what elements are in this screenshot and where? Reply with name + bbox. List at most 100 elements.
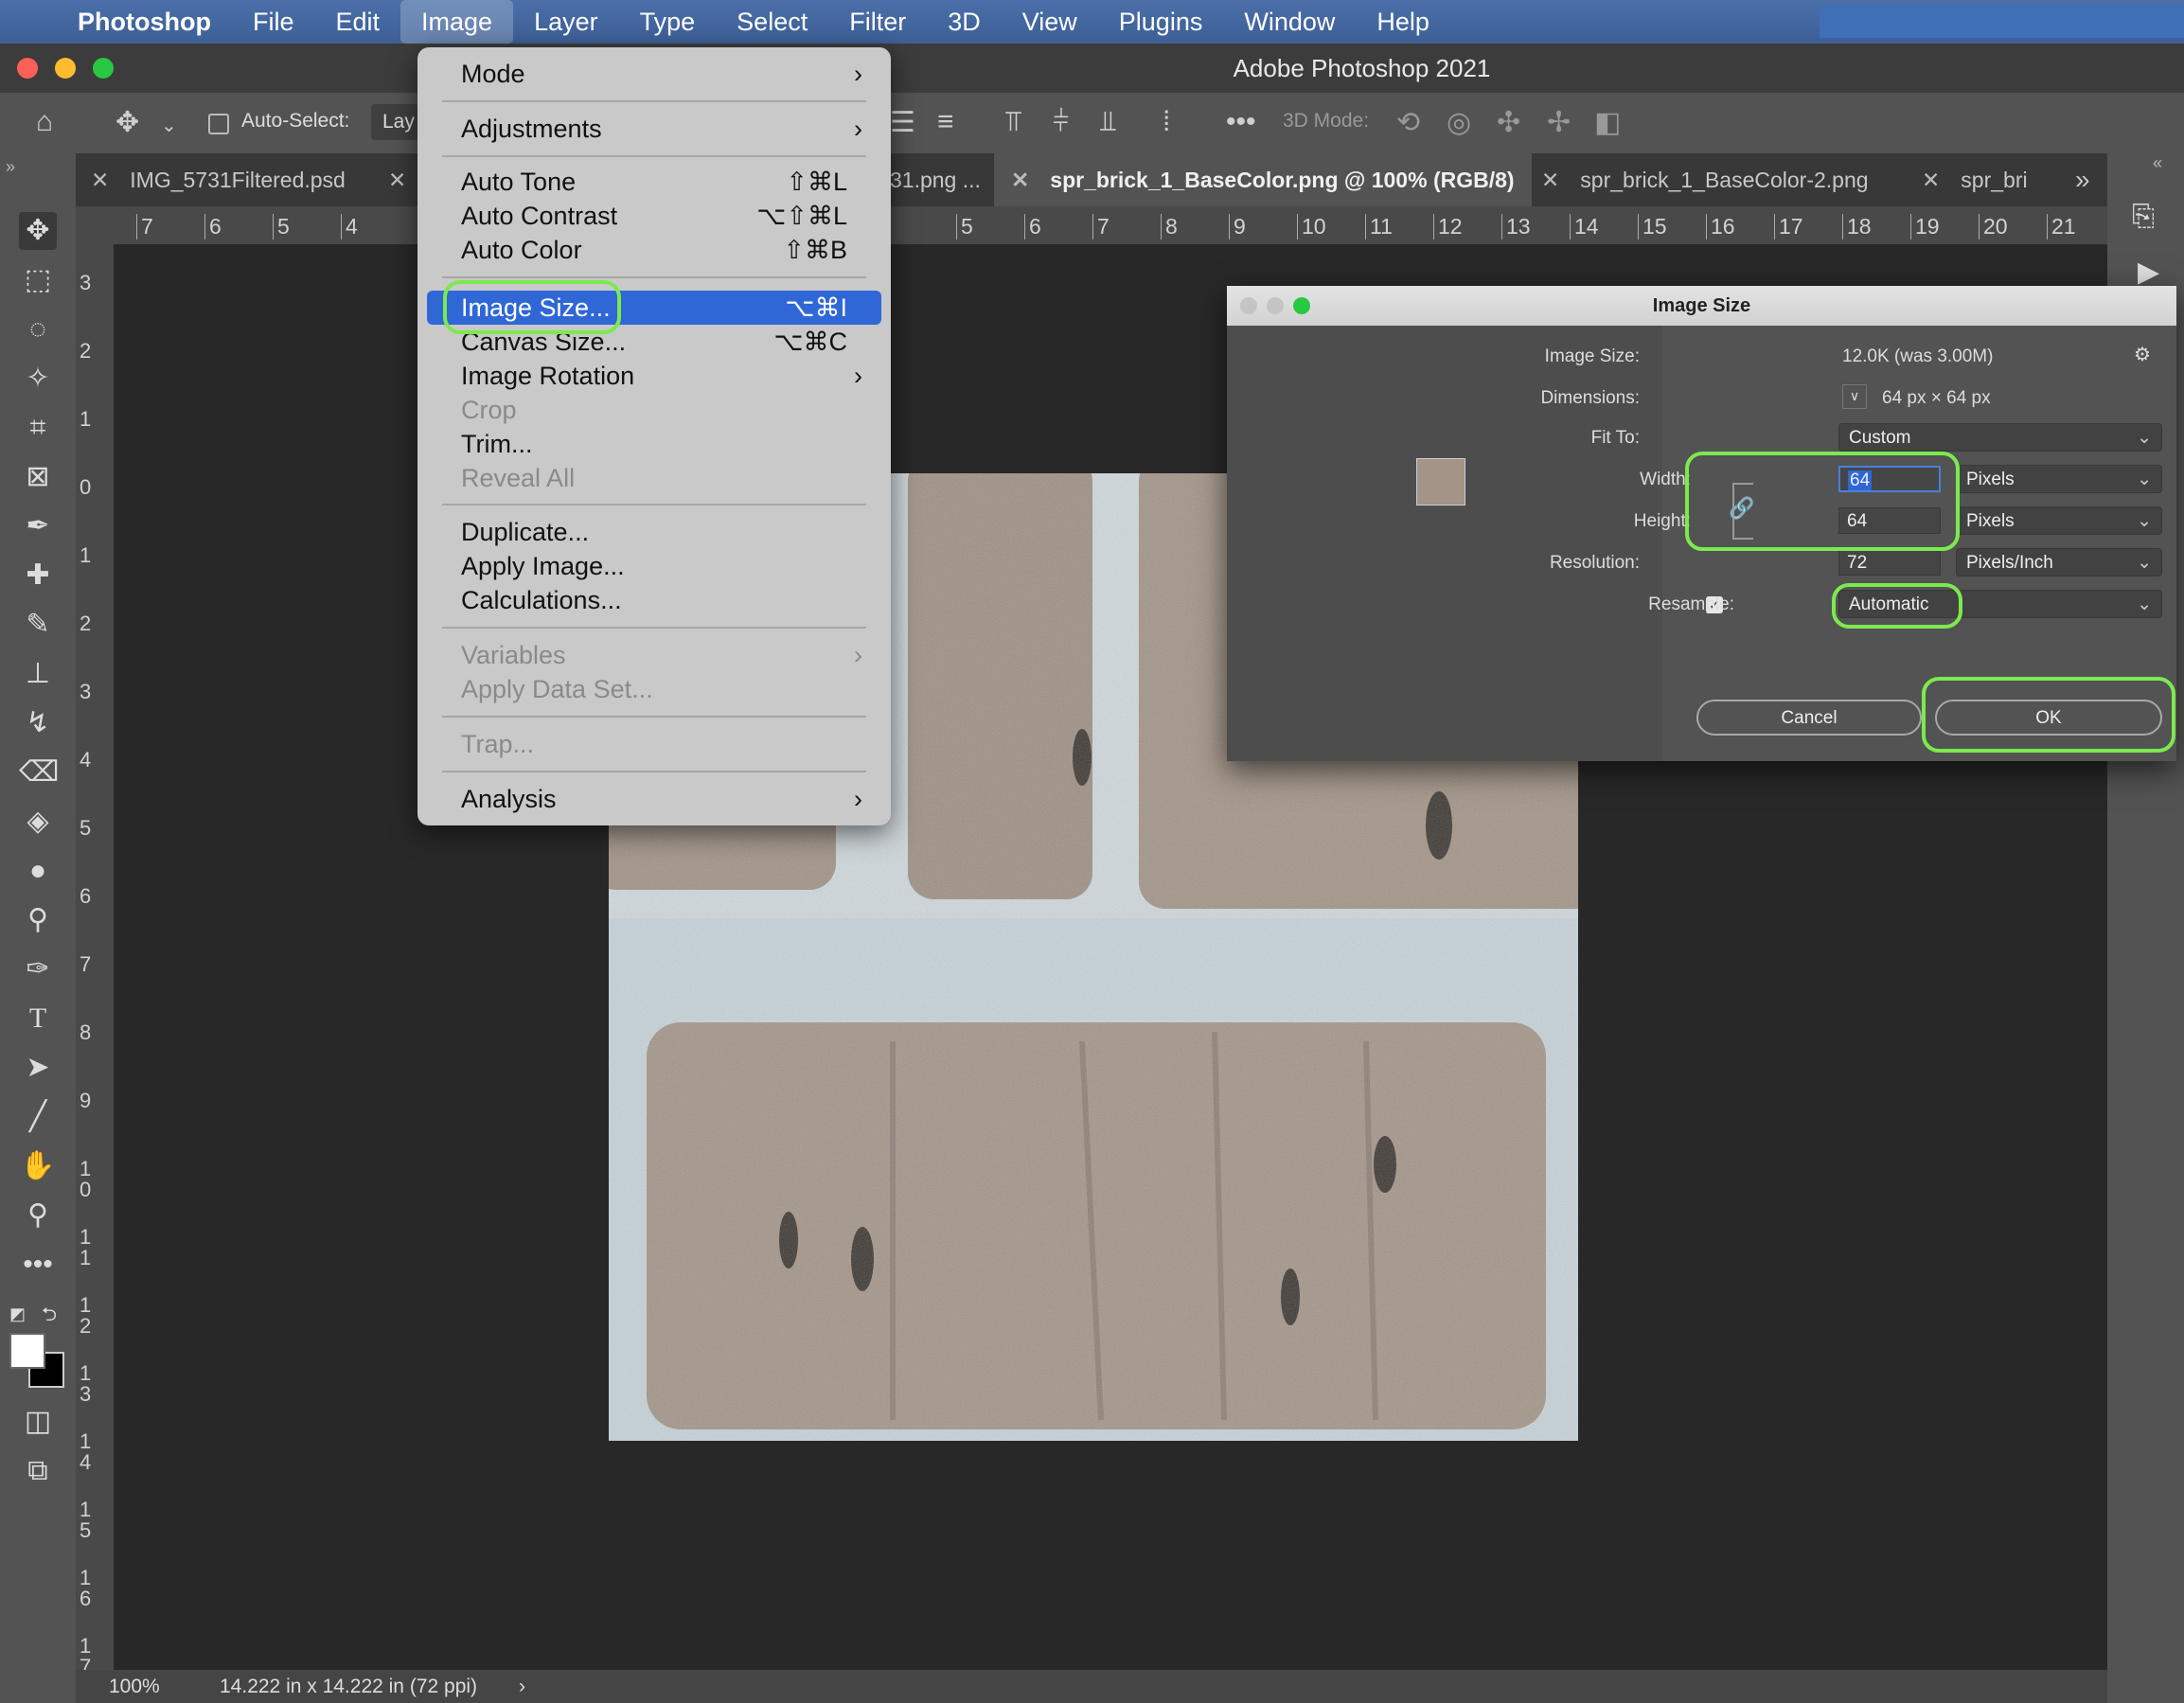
apple-icon[interactable] bbox=[0, 0, 57, 44]
3d-orbit-icon[interactable]: ⟲ bbox=[1396, 106, 1420, 139]
type-tool-icon[interactable]: T bbox=[19, 1000, 57, 1038]
path-selection-tool-icon[interactable]: ➤ bbox=[19, 1049, 57, 1087]
magic-wand-tool-icon[interactable]: ✧ bbox=[19, 360, 57, 398]
menu-select[interactable]: Select bbox=[716, 0, 828, 44]
dimensions-chevron-down-icon[interactable]: ∨ bbox=[1842, 384, 1867, 409]
menu-file[interactable]: File bbox=[232, 0, 315, 44]
history-brush-tool-icon[interactable]: ↯ bbox=[19, 704, 57, 742]
pen-tool-icon[interactable]: ✑ bbox=[19, 950, 57, 988]
tab-spr-bri[interactable]: ✕ spr_bri bbox=[1922, 153, 2028, 206]
3d-pan-icon[interactable]: ✣ bbox=[1497, 106, 1520, 139]
dialog-minimize-button[interactable] bbox=[1267, 297, 1284, 314]
align-bottom-icon[interactable]: ☰ bbox=[890, 106, 915, 139]
menu-item-duplicate[interactable]: Duplicate... bbox=[417, 515, 891, 549]
tab-31-png[interactable]: 31.png ... bbox=[890, 153, 981, 206]
menu-item-auto-tone[interactable]: Auto Tone ⇧⌘L bbox=[417, 165, 891, 199]
more-tabs-icon[interactable]: » bbox=[2075, 153, 2090, 206]
ruler-tick-label: 8 bbox=[1161, 214, 1178, 239]
menu-view[interactable]: View bbox=[1002, 0, 1098, 44]
home-icon[interactable]: ⌂ bbox=[36, 106, 53, 138]
zoom-tool-icon[interactable]: ⚲ bbox=[19, 1197, 57, 1234]
zoom-level[interactable]: 100% bbox=[109, 1670, 160, 1703]
eraser-tool-icon[interactable]: ⌫ bbox=[19, 754, 59, 791]
history-panel-icon[interactable]: ⎘ bbox=[2132, 201, 2155, 233]
move-tool-icon[interactable]: ✥ bbox=[115, 106, 139, 139]
collapse-right-panel-icon[interactable]: « bbox=[2153, 153, 2162, 173]
eyedropper-tool-icon[interactable]: ✒ bbox=[19, 507, 57, 545]
3d-slide-icon[interactable]: ✢ bbox=[1547, 106, 1571, 139]
dialog-close-button[interactable] bbox=[1240, 297, 1257, 314]
healing-brush-tool-icon[interactable]: ✚ bbox=[19, 557, 57, 594]
menu-window[interactable]: Window bbox=[1223, 0, 1356, 44]
align-vertical-centers-icon[interactable]: ⫩ bbox=[1053, 106, 1069, 138]
play-action-icon[interactable]: ▶ bbox=[2138, 256, 2159, 289]
screen-mode-icon[interactable]: ⧉ bbox=[19, 1452, 57, 1490]
width-unit-select[interactable]: Pixels ⌄ bbox=[1956, 465, 2162, 493]
line-tool-icon[interactable]: ╱ bbox=[19, 1098, 57, 1136]
3d-scale-icon[interactable]: ◧ bbox=[1594, 106, 1621, 139]
menu-image[interactable]: Image bbox=[400, 0, 514, 44]
fit-to-select[interactable]: Custom ⌄ bbox=[1838, 423, 2162, 452]
gear-icon[interactable]: ⚙ bbox=[2134, 343, 2151, 366]
align-bottom-edges-icon[interactable]: ⫫ bbox=[1100, 106, 1116, 138]
menu-item-calculations[interactable]: Calculations... bbox=[417, 583, 891, 617]
menu-item-trim[interactable]: Trim... bbox=[417, 427, 891, 461]
marquee-tool-icon[interactable]: ⬚ bbox=[19, 261, 57, 299]
tab-spr-brick-basecolor-2[interactable]: ✕ spr_brick_1_BaseColor-2.png bbox=[1541, 153, 1869, 206]
menu-layer[interactable]: Layer bbox=[513, 0, 619, 44]
close-tab-icon[interactable]: ✕ bbox=[91, 168, 109, 192]
distribute-icon[interactable]: ≡ bbox=[937, 106, 954, 138]
menu-plugins[interactable]: Plugins bbox=[1098, 0, 1224, 44]
frame-tool-icon[interactable]: ⊠ bbox=[19, 458, 57, 496]
chevron-right-icon[interactable]: › bbox=[519, 1670, 525, 1703]
edit-toolbar-icon[interactable]: ••• bbox=[19, 1246, 57, 1284]
dodge-tool-icon[interactable]: ⚲ bbox=[19, 901, 57, 939]
distribute-horizontal-icon[interactable]: ⁞ bbox=[1163, 106, 1170, 138]
lasso-tool-icon[interactable]: ◌ bbox=[19, 310, 57, 348]
align-top-edges-icon[interactable]: ⫪ bbox=[1005, 106, 1021, 138]
foreground-color-swatch[interactable] bbox=[9, 1333, 45, 1369]
close-tab-icon[interactable]: ✕ bbox=[1541, 168, 1559, 192]
menu-item-mode[interactable]: Mode › bbox=[417, 57, 891, 91]
3d-roll-icon[interactable]: ◎ bbox=[1447, 106, 1471, 139]
menu-item-label: Apply Image... bbox=[461, 552, 625, 580]
cancel-button[interactable]: Cancel bbox=[1696, 700, 1922, 736]
ruler-tick-label: 3 bbox=[80, 680, 92, 703]
menu-item-image-rotation[interactable]: Image Rotation › bbox=[417, 359, 891, 393]
move-tool-icon[interactable]: ✥ bbox=[19, 212, 57, 250]
brush-tool-icon[interactable]: ✎ bbox=[19, 606, 57, 644]
menu-type[interactable]: Type bbox=[619, 0, 717, 44]
menu-item-analysis[interactable]: Analysis › bbox=[417, 782, 891, 816]
default-colors-icon[interactable]: ◩ bbox=[9, 1304, 26, 1324]
swap-colors-icon[interactable]: ⮌ bbox=[42, 1301, 57, 1333]
hand-tool-icon[interactable]: ✋ bbox=[19, 1147, 57, 1185]
menu-filter[interactable]: Filter bbox=[828, 0, 927, 44]
blur-tool-icon[interactable]: ● bbox=[19, 852, 57, 890]
quick-mask-icon[interactable]: ◫ bbox=[19, 1403, 57, 1441]
menu-item-apply-image[interactable]: Apply Image... bbox=[417, 549, 891, 583]
collapse-panel-icon[interactable]: » bbox=[6, 157, 15, 177]
paint-bucket-tool-icon[interactable]: ◈ bbox=[19, 803, 57, 841]
close-tab-icon[interactable]: ✕ bbox=[388, 168, 406, 192]
chevron-down-icon[interactable]: ⌄ bbox=[161, 114, 177, 137]
tab-img-5731[interactable]: ✕ IMG_5731Filtered.psd bbox=[91, 153, 346, 206]
dialog-zoom-button[interactable] bbox=[1293, 297, 1310, 314]
resolution-unit-select[interactable]: Pixels/Inch ⌄ bbox=[1956, 548, 2162, 577]
close-tab-icon[interactable]: ✕ bbox=[1922, 168, 1940, 192]
height-unit-select[interactable]: Pixels ⌄ bbox=[1956, 506, 2162, 535]
resolution-field[interactable]: 72 bbox=[1838, 549, 1941, 576]
menu-item-auto-color[interactable]: Auto Color ⇧⌘B bbox=[417, 233, 891, 267]
tab-spr-brick-basecolor[interactable]: ✕ spr_brick_1_BaseColor.png @ 100% (RGB/8… bbox=[994, 153, 1532, 206]
more-options-icon[interactable]: ••• bbox=[1226, 106, 1256, 138]
menu-app-photoshop[interactable]: Photoshop bbox=[57, 0, 232, 44]
menu-item-adjustments[interactable]: Adjustments › bbox=[417, 112, 891, 146]
crop-tool-icon[interactable]: ⌗ bbox=[19, 409, 57, 447]
auto-select-checkbox[interactable] bbox=[208, 114, 229, 134]
clone-stamp-tool-icon[interactable]: ⊥ bbox=[19, 655, 57, 693]
menu-item-auto-contrast[interactable]: Auto Contrast ⌥⇧⌘L bbox=[417, 199, 891, 233]
close-tab-icon[interactable]: ✕ bbox=[1011, 168, 1029, 192]
layer-select-dropdown[interactable]: Lay bbox=[371, 104, 418, 140]
menu-edit[interactable]: Edit bbox=[315, 0, 401, 44]
menu-help[interactable]: Help bbox=[1356, 0, 1450, 44]
menu-3d[interactable]: 3D bbox=[927, 0, 1002, 44]
